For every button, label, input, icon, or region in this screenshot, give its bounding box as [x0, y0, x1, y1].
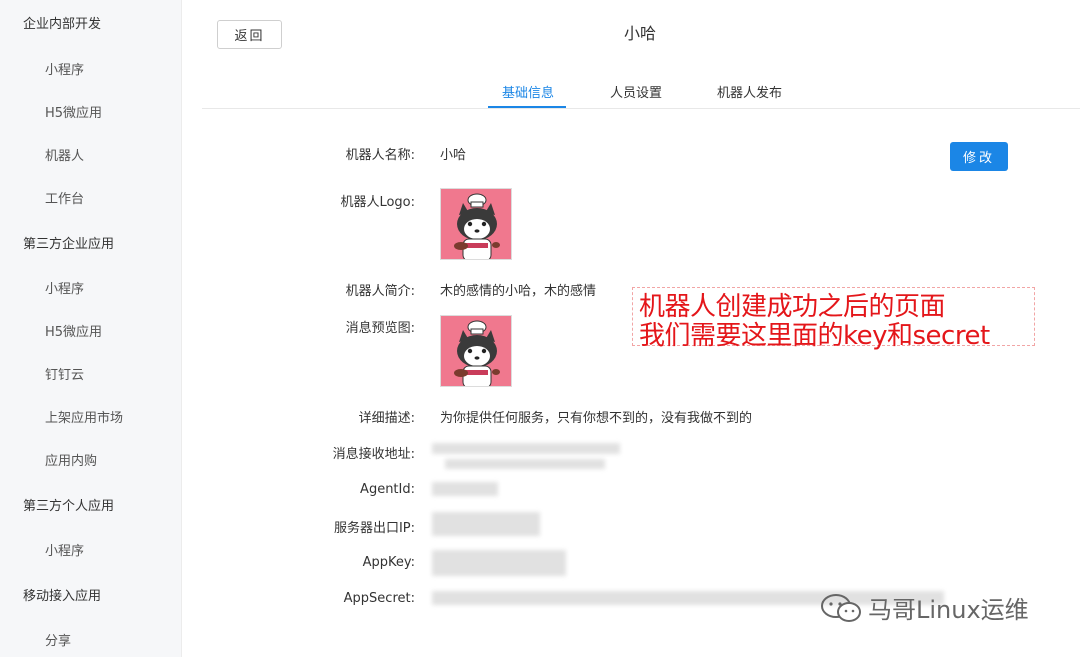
robot-intro-value: 木的感情的小哈，木的感情: [440, 284, 597, 299]
watermark: 马哥Linux运维: [820, 590, 1029, 625]
endpoint-value-redacted: [432, 443, 620, 454]
server-ip-value-redacted: [432, 512, 540, 536]
sidebar-group-thirdparty-enterprise[interactable]: 第三方企业应用: [23, 233, 114, 252]
robot-logo-label: 机器人Logo:: [340, 195, 415, 210]
page-title: 小哈: [623, 24, 656, 43]
sidebar-group-thirdparty-personal[interactable]: 第三方个人应用: [23, 495, 114, 514]
back-button[interactable]: 返回: [217, 20, 282, 49]
preview-image[interactable]: [440, 315, 512, 387]
endpoint-value-redacted-line2: [445, 459, 605, 469]
preview-image-label: 消息预览图:: [345, 321, 415, 336]
husky-chef-icon: [441, 189, 511, 259]
server-ip-label: 服务器出口IP:: [333, 521, 415, 536]
page: 企业内部开发 小程序 H5微应用 机器人 工作台 第三方企业应用 小程序 H5微…: [0, 0, 1080, 657]
sidebar-item-tp-miniprogram[interactable]: 小程序: [45, 278, 84, 297]
agentid-value-redacted: [432, 482, 498, 496]
sidebar-item-dingcloud[interactable]: 钉钉云: [45, 364, 84, 383]
annotation-line-2: 我们需要这里面的key和secret: [639, 321, 990, 351]
sidebar-item-personal-miniprogram[interactable]: 小程序: [45, 540, 84, 559]
agentid-label: AgentId:: [360, 482, 415, 497]
appkey-value-redacted: [432, 550, 566, 576]
robot-intro-label: 机器人简介:: [345, 284, 415, 299]
sidebar-group-internal[interactable]: 企业内部开发: [23, 13, 101, 32]
sidebar-item-inapp-purchase[interactable]: 应用内购: [45, 450, 97, 469]
edit-button[interactable]: 修改: [950, 142, 1008, 171]
tab-robot-publish[interactable]: 机器人发布: [717, 82, 782, 101]
sidebar: 企业内部开发 小程序 H5微应用 机器人 工作台 第三方企业应用 小程序 H5微…: [0, 0, 182, 657]
sidebar-item-h5[interactable]: H5微应用: [45, 102, 102, 121]
wechat-icon: [821, 593, 861, 622]
watermark-text: 马哥Linux运维: [868, 596, 1029, 624]
robot-name-value: 小哈: [440, 148, 467, 163]
annotation-box: 机器人创建成功之后的页面 我们需要这里面的key和secret: [632, 287, 1035, 351]
appkey-label: AppKey:: [362, 555, 415, 570]
tab-member-settings[interactable]: 人员设置: [610, 82, 662, 101]
sidebar-item-share[interactable]: 分享: [45, 630, 71, 649]
tab-basic-info[interactable]: 基础信息: [502, 82, 554, 101]
sidebar-item-robot[interactable]: 机器人: [45, 145, 84, 164]
robot-logo-image[interactable]: [440, 188, 512, 260]
appsecret-label: AppSecret:: [343, 591, 415, 606]
sidebar-item-miniprogram[interactable]: 小程序: [45, 59, 84, 78]
tabs-divider: [202, 108, 1080, 109]
sidebar-item-workbench[interactable]: 工作台: [45, 188, 84, 207]
sidebar-item-marketplace[interactable]: 上架应用市场: [45, 407, 123, 426]
sidebar-item-tp-h5[interactable]: H5微应用: [45, 321, 102, 340]
detail-value: 为你提供任何服务，只有你想不到的，没有我做不到的: [440, 411, 753, 426]
detail-label: 详细描述:: [358, 411, 415, 426]
husky-chef-icon: [441, 316, 511, 386]
robot-name-label: 机器人名称:: [345, 148, 415, 163]
endpoint-label: 消息接收地址:: [332, 447, 415, 462]
sidebar-group-mobile[interactable]: 移动接入应用: [23, 585, 101, 604]
